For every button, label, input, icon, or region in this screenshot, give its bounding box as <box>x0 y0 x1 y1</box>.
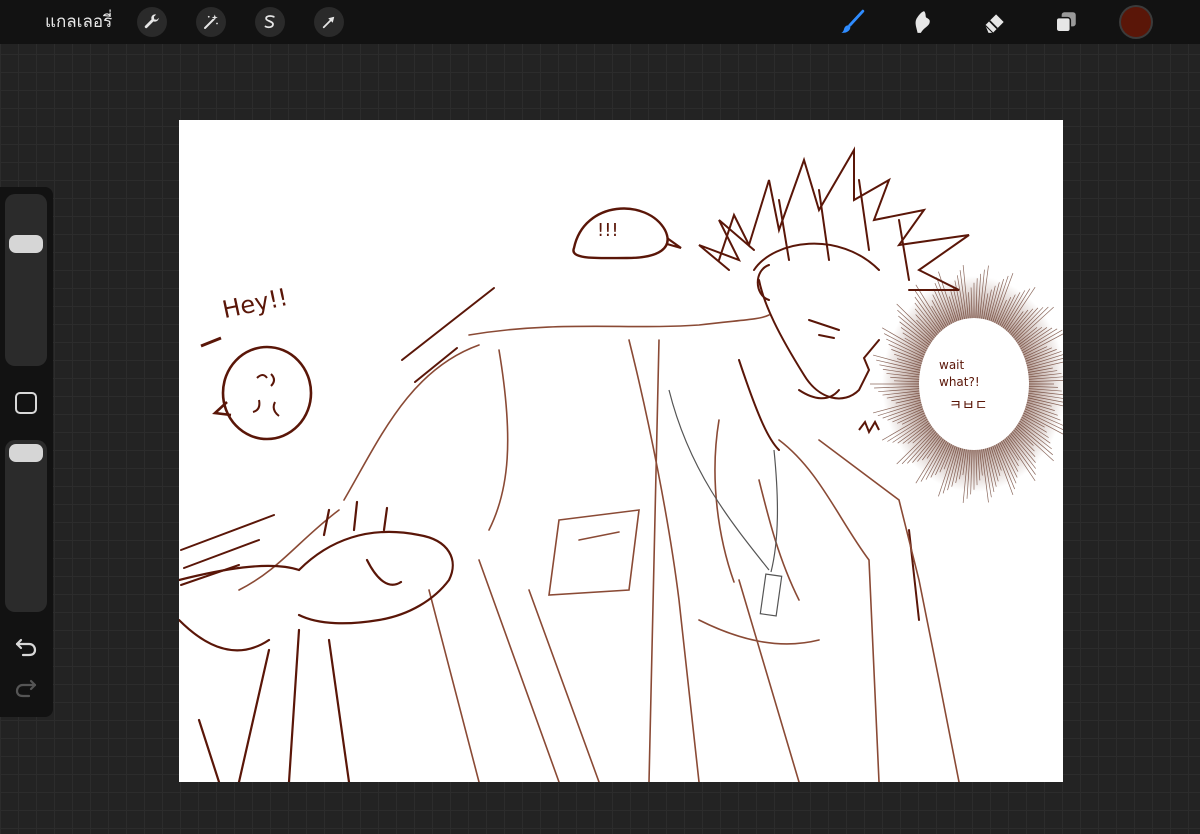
layers-icon <box>1055 12 1076 33</box>
selection-button[interactable] <box>255 7 285 37</box>
modify-button[interactable] <box>15 392 37 414</box>
selection-icon <box>264 15 275 29</box>
actions-button[interactable] <box>137 7 167 37</box>
hair-sketch <box>698 146 970 291</box>
speech-bubble: !!! <box>572 207 682 260</box>
brush-size-slider[interactable] <box>5 194 47 366</box>
adjustments-button[interactable] <box>196 7 226 37</box>
smudge-tool-button[interactable] <box>907 7 939 37</box>
face-sketch <box>738 264 880 451</box>
angry-bubble <box>212 345 313 441</box>
layers-button[interactable] <box>1050 7 1082 37</box>
wrench-icon <box>144 14 159 29</box>
eraser-tool-button[interactable] <box>979 7 1011 37</box>
transform-arrow-icon <box>322 16 335 29</box>
body-sketch <box>238 314 960 782</box>
smudge-icon <box>915 11 930 33</box>
brush-icon <box>841 9 865 33</box>
left-sidebar <box>0 187 53 717</box>
color-picker-swatch[interactable] <box>1121 7 1151 37</box>
what-text: what?! <box>939 375 980 389</box>
brush-size-thumb[interactable] <box>9 234 43 253</box>
transform-button[interactable] <box>314 7 344 37</box>
hey-text: Hey!! <box>220 283 291 324</box>
brush-tool-button[interactable] <box>836 7 868 37</box>
exclaim-sound-text: ㅋㅂㄷ <box>949 398 988 414</box>
exclaim-text: !!! <box>597 220 619 241</box>
opacity-slider[interactable] <box>5 440 47 612</box>
drawing-canvas[interactable]: Hey!! !!! wait what?! ㅋㅂㄷ <box>179 120 1063 782</box>
sketch-artwork: Hey!! !!! wait what?! ㅋㅂㄷ <box>179 146 1063 782</box>
wait-text: wait <box>939 358 965 372</box>
undo-icon[interactable] <box>14 634 38 658</box>
eraser-icon <box>984 14 1004 34</box>
hand-sketch <box>179 500 454 782</box>
redo-icon[interactable] <box>14 675 38 699</box>
opacity-thumb[interactable] <box>9 444 43 462</box>
top-toolbar: แกลเลอรี่ <box>0 0 1200 44</box>
magic-wand-icon <box>204 14 218 29</box>
gallery-button[interactable]: แกลเลอรี่ <box>45 11 112 33</box>
speed-lines <box>180 287 920 621</box>
